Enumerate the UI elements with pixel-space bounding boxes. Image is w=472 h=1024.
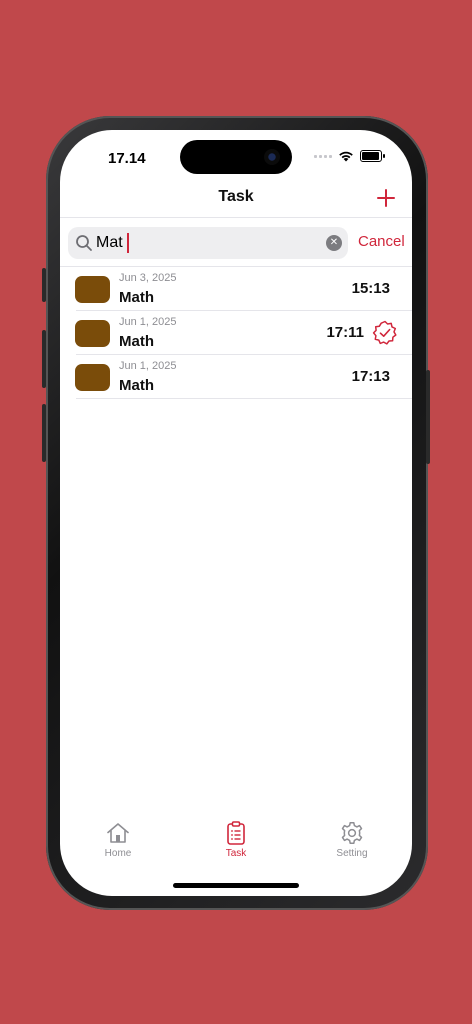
search-icon [76, 235, 92, 251]
task-name: Math [119, 289, 154, 306]
power-button [426, 370, 430, 464]
status-time: 17.14 [108, 150, 146, 167]
tab-label: Setting [336, 848, 368, 859]
cellular-signal-icon [314, 154, 332, 158]
task-date: Jun 1, 2025 [119, 360, 177, 372]
screen: 17.14 Task ✕ Cancel Jun 3, 2025 Math 15:… [60, 130, 412, 896]
tab-home[interactable]: Home [78, 820, 158, 859]
task-thumbnail [75, 364, 110, 391]
task-row[interactable]: Jun 3, 2025 Math 15:13 [60, 267, 412, 311]
clipboard-list-icon [227, 821, 245, 845]
tab-bar: Home Task Setting [60, 820, 412, 870]
page-title: Task [218, 188, 254, 205]
dynamic-island [180, 140, 292, 174]
tab-task[interactable]: Task [196, 820, 276, 859]
cancel-button[interactable]: Cancel [358, 233, 405, 250]
camera-icon [264, 149, 280, 165]
tab-setting[interactable]: Setting [312, 820, 392, 859]
volume-up-button [42, 330, 46, 388]
wifi-icon [339, 151, 353, 162]
status-icons [314, 150, 385, 162]
task-thumbnail [75, 320, 110, 347]
add-task-button[interactable] [374, 186, 398, 210]
tab-label: Home [104, 848, 132, 859]
tab-label: Task [225, 848, 247, 859]
home-icon [107, 823, 129, 843]
action-button [42, 268, 46, 302]
home-indicator[interactable] [173, 883, 299, 888]
task-row[interactable]: Jun 1, 2025 Math 17:11 [60, 311, 412, 355]
battery-icon [360, 150, 385, 162]
volume-down-button [42, 404, 46, 462]
clear-search-icon[interactable]: ✕ [326, 235, 342, 251]
task-time: 15:13 [351, 280, 390, 297]
task-name: Math [119, 333, 154, 350]
task-row[interactable]: Jun 1, 2025 Math 17:13 [60, 355, 412, 399]
task-time: 17:13 [351, 368, 390, 385]
search-input[interactable] [96, 231, 316, 255]
gear-icon [341, 822, 363, 844]
row-divider [76, 398, 412, 399]
task-date: Jun 1, 2025 [119, 316, 177, 328]
nav-divider [60, 217, 412, 218]
checkmark-seal-icon [372, 320, 397, 345]
task-date: Jun 3, 2025 [119, 272, 177, 284]
search-bar[interactable]: ✕ [68, 227, 348, 259]
task-time: 17:11 [326, 324, 364, 341]
plus-icon [377, 189, 395, 207]
task-thumbnail [75, 276, 110, 303]
text-cursor [127, 233, 129, 253]
task-name: Math [119, 377, 154, 394]
